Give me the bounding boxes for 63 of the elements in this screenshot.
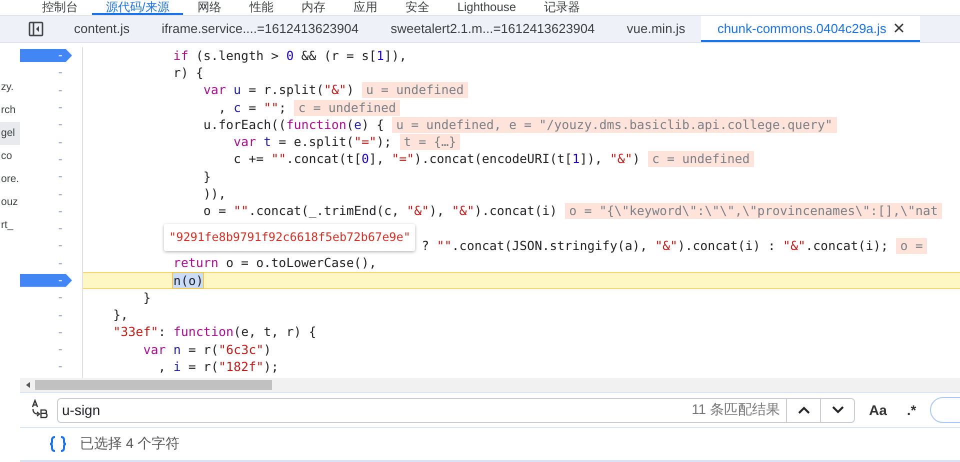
file-tab[interactable]: vue.min.js [610, 16, 702, 42]
inline-value: o = [896, 238, 927, 254]
panel-tab[interactable]: 内存 [287, 0, 340, 15]
code-line: var t = e.split("="); [232, 134, 392, 150]
code-line: , c = ""; [217, 100, 286, 116]
code-line: o = "".concat(_.trimEnd(c, "&"), "&").concat(i) [202, 203, 558, 220]
file-tree-item[interactable]: gel [0, 122, 20, 145]
code-line: u.forEach((function(e) { [202, 116, 384, 133]
file-tree-item[interactable]: ore. [0, 168, 20, 191]
file-tab[interactable]: chunk-commons.0404c29a.js [701, 16, 920, 42]
search-box[interactable]: u-sign 11 条匹配结果 [57, 398, 855, 422]
code-line: } [202, 168, 211, 185]
code-line: ? "".concat(JSON.stringify(a), "&").concat(i) : "&".concat(i); [420, 238, 888, 254]
code-line: var n = r("6c3c") [142, 342, 272, 358]
code-line: r) { [172, 64, 204, 81]
inline-value: t = {…} [400, 134, 460, 150]
code-line: , i = r("182f"); [157, 358, 279, 375]
code-line: )), [202, 186, 226, 202]
pretty-print-icon[interactable] [48, 435, 68, 453]
code-line: }, [112, 307, 128, 324]
file-tree-item[interactable]: zy. [0, 76, 20, 99]
status-text: 已选择 4 个字符 [80, 435, 180, 453]
line-number[interactable]: - [56, 47, 64, 64]
inline-value: o = "{\"keyword\":\"\",\"provincenames\":[],\"nat [565, 203, 942, 220]
file-tree-item[interactable]: co [0, 145, 20, 168]
replace-toggle-icon[interactable] [30, 399, 48, 421]
line-number[interactable]: - [56, 272, 64, 289]
code-line: } [142, 290, 151, 306]
file-tab[interactable]: content.js [58, 16, 146, 42]
value-tooltip: "9291fe8b9791f92c6618f5eb72b67e9e" [164, 224, 416, 251]
code-line: var u = r.split("&") [202, 82, 354, 98]
inline-value: c = undefined [294, 100, 400, 116]
inline-value: u = undefined, e = "/youzy.dms.basiclib.api.college.query" [392, 116, 837, 133]
match-case-button[interactable]: Aa [869, 402, 887, 418]
breakpoint-marker[interactable] [20, 49, 72, 62]
panel-tab[interactable]: 性能 [235, 0, 288, 15]
panel-tab[interactable]: Lighthouse [443, 0, 530, 15]
scroll-left-icon[interactable] [24, 381, 32, 389]
file-tab[interactable]: sweetalert2.1.m...=1612413623904 [374, 16, 611, 42]
code-line: if (s.length > 0 && (r = s[1]), [172, 48, 407, 64]
search-field[interactable]: u-sign [58, 402, 692, 418]
close-icon[interactable] [894, 23, 904, 33]
inline-value: u = undefined [362, 82, 468, 98]
match-count: 11 条匹配结果 [692, 401, 781, 419]
panel-tab[interactable]: 记录器 [530, 0, 594, 15]
chevron-up-icon[interactable] [798, 406, 810, 414]
chevron-down-icon[interactable] [832, 406, 844, 414]
code-line: "33ef": function(e, t, r) { [112, 324, 316, 340]
code-line: c += "".concat(t[0], "=").concat(encodeURI(t[1]), "&") [232, 151, 640, 168]
file-tab[interactable]: iframe.service....=1612413623904 [146, 16, 375, 42]
panel-tab[interactable]: 网络 [183, 0, 236, 15]
panel-tab[interactable]: 应用 [339, 0, 392, 15]
sidebar-toggle-icon[interactable] [28, 21, 44, 37]
panel-tab[interactable]: 安全 [391, 0, 444, 15]
file-tree-item[interactable]: rt_ [0, 214, 20, 237]
code-line: return o = o.toLowerCase(), [172, 255, 377, 272]
horizontal-scrollbar[interactable] [20, 378, 960, 392]
panel-tab[interactable]: 控制台 [28, 0, 92, 15]
regex-button[interactable]: .* [906, 402, 916, 418]
file-tree-item[interactable]: ouz [0, 191, 20, 214]
breakpoint-marker[interactable] [20, 274, 72, 287]
file-tree-item[interactable]: rch [0, 99, 20, 122]
inline-value: c = undefined [648, 151, 754, 168]
